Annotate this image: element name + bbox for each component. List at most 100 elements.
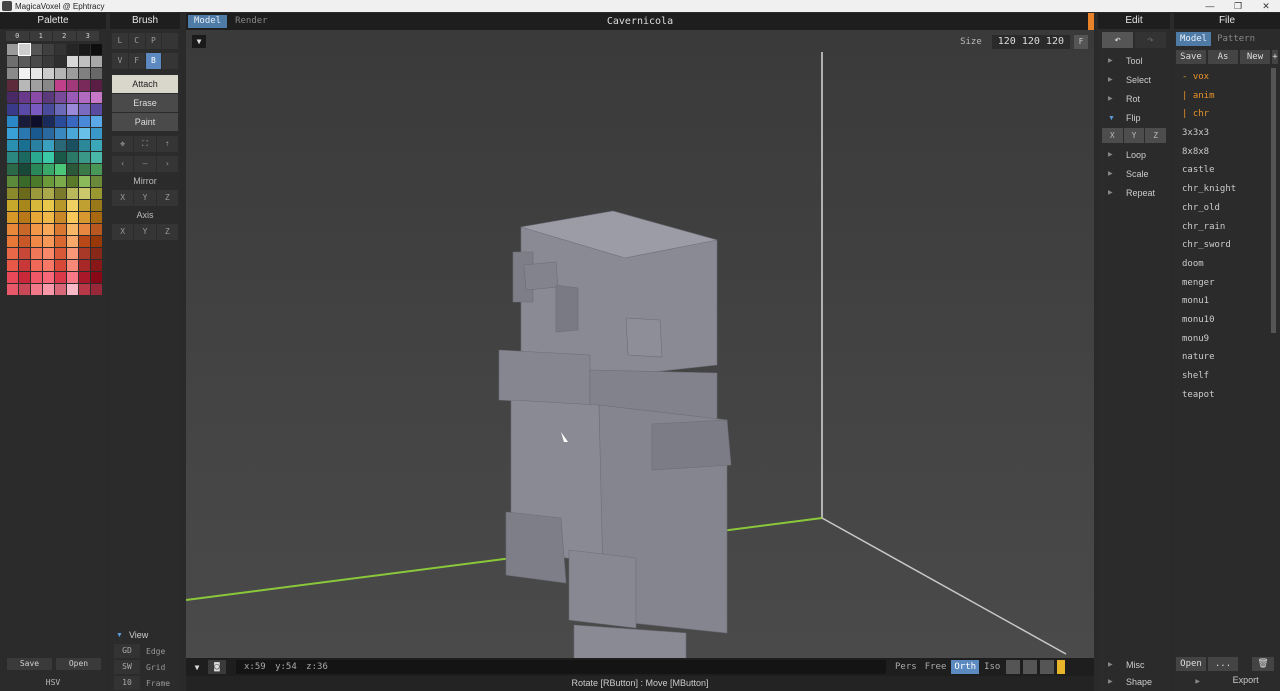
palette-swatch[interactable] xyxy=(19,224,30,235)
file-item[interactable]: chr_sword xyxy=(1174,236,1280,255)
view-option-key[interactable]: SW xyxy=(114,660,140,674)
palette-swatch[interactable] xyxy=(19,284,30,295)
palette-swatch[interactable] xyxy=(43,176,54,187)
file-item[interactable]: chr_old xyxy=(1174,199,1280,218)
file-item[interactable]: monu9 xyxy=(1174,330,1280,349)
palette-swatch[interactable] xyxy=(43,116,54,127)
file-tab-pattern[interactable]: Pattern xyxy=(1213,32,1259,46)
palette-swatch[interactable] xyxy=(7,212,18,223)
palette-swatch[interactable] xyxy=(43,68,54,79)
palette-swatch[interactable] xyxy=(55,80,66,91)
edit-item-tool[interactable]: ▶ Tool xyxy=(1098,52,1170,71)
palette-swatch[interactable] xyxy=(91,188,102,199)
palette-swatch[interactable] xyxy=(7,68,18,79)
palette-swatch[interactable] xyxy=(43,260,54,271)
palette-swatch[interactable] xyxy=(91,248,102,259)
palette-swatch[interactable] xyxy=(79,188,90,199)
palette-swatch[interactable] xyxy=(55,236,66,247)
file-item[interactable]: chr_knight xyxy=(1174,180,1280,199)
palette-swatch[interactable] xyxy=(67,284,78,295)
palette-swatch[interactable] xyxy=(67,164,78,175)
file-item[interactable]: nature xyxy=(1174,348,1280,367)
palette-swatch[interactable] xyxy=(55,164,66,175)
view-mode-iso[interactable]: Iso xyxy=(981,660,1003,674)
palette-save-button[interactable]: Save xyxy=(7,658,52,670)
export-expand-icon[interactable]: ▶ xyxy=(1195,679,1200,685)
file-more-button[interactable]: ... xyxy=(1208,657,1238,671)
palette-swatch[interactable] xyxy=(67,248,78,259)
palette-swatch[interactable] xyxy=(7,236,18,247)
file-item[interactable]: menger xyxy=(1174,274,1280,293)
palette-swatch[interactable] xyxy=(91,236,102,247)
palette-swatch[interactable] xyxy=(91,80,102,91)
palette-swatch[interactable] xyxy=(31,260,42,271)
palette-swatch[interactable] xyxy=(43,152,54,163)
brush-tool-⇡[interactable]: ⇡ xyxy=(156,136,178,152)
brush-tool-⛶[interactable]: ⛶ xyxy=(134,136,156,152)
palette-swatch[interactable] xyxy=(91,68,102,79)
file-item[interactable]: monu1 xyxy=(1174,292,1280,311)
palette-swatch[interactable] xyxy=(91,164,102,175)
close-button[interactable]: ✕ xyxy=(1252,1,1280,12)
palette-swatch[interactable] xyxy=(91,200,102,211)
palette-swatch[interactable] xyxy=(31,104,42,115)
view-option-label[interactable]: Grid xyxy=(146,663,165,672)
brush-shape-v[interactable]: V xyxy=(112,53,128,69)
palette-swatch[interactable] xyxy=(55,224,66,235)
palette-swatch[interactable] xyxy=(67,236,78,247)
palette-swatch[interactable] xyxy=(43,140,54,151)
palette-swatch[interactable] xyxy=(43,104,54,115)
palette-tab-2[interactable]: 2 xyxy=(53,31,76,41)
palette-swatch[interactable] xyxy=(31,176,42,187)
palette-swatch[interactable] xyxy=(7,80,18,91)
palette-swatch[interactable] xyxy=(7,176,18,187)
palette-swatch[interactable] xyxy=(55,248,66,259)
palette-swatch[interactable] xyxy=(19,128,30,139)
palette-swatch[interactable] xyxy=(79,248,90,259)
palette-swatch[interactable] xyxy=(91,152,102,163)
palette-swatch[interactable] xyxy=(67,92,78,103)
brush-mode-attach[interactable]: Attach xyxy=(112,75,178,93)
edit-item-loop[interactable]: ▶ Loop xyxy=(1098,146,1170,165)
palette-swatch[interactable] xyxy=(79,224,90,235)
footer-menu-icon[interactable]: ▼ xyxy=(190,663,204,672)
palette-swatch[interactable] xyxy=(79,260,90,271)
palette-swatch[interactable] xyxy=(79,140,90,151)
view-option-label[interactable]: Edge xyxy=(146,647,165,656)
palette-swatch[interactable] xyxy=(43,212,54,223)
palette-tab-1[interactable]: 1 xyxy=(29,31,52,41)
palette-swatch[interactable] xyxy=(19,80,30,91)
file-as-button[interactable]: As xyxy=(1208,50,1238,64)
palette-swatch[interactable] xyxy=(43,56,54,67)
file-item[interactable]: doom xyxy=(1174,255,1280,274)
palette-swatch[interactable] xyxy=(67,56,78,67)
palette-swatch[interactable] xyxy=(7,152,18,163)
palette-swatch[interactable] xyxy=(79,200,90,211)
palette-swatch[interactable] xyxy=(67,104,78,115)
palette-swatch[interactable] xyxy=(19,68,30,79)
size-fit-button[interactable]: F xyxy=(1074,35,1088,49)
file-save-button[interactable]: Save xyxy=(1176,50,1206,64)
palette-swatch[interactable] xyxy=(91,212,102,223)
palette-mode[interactable]: HSV xyxy=(0,678,106,687)
palette-swatch[interactable] xyxy=(19,152,30,163)
view-mode-free[interactable]: Free xyxy=(922,660,950,674)
palette-swatch[interactable] xyxy=(55,272,66,283)
palette-swatch[interactable] xyxy=(55,116,66,127)
palette-swatch[interactable] xyxy=(19,212,30,223)
brush-mode-paint[interactable]: Paint xyxy=(112,113,178,131)
palette-swatch[interactable] xyxy=(79,116,90,127)
palette-swatch[interactable] xyxy=(31,212,42,223)
palette-swatch[interactable] xyxy=(43,188,54,199)
view-mode-orth[interactable]: Orth xyxy=(951,660,980,674)
palette-swatch[interactable] xyxy=(79,176,90,187)
palette-swatch[interactable] xyxy=(43,224,54,235)
file-item[interactable]: 8x8x8 xyxy=(1174,143,1280,162)
size-values[interactable]: 120 120 120 xyxy=(991,35,1070,49)
brush-shape-blank[interactable] xyxy=(162,33,178,49)
palette-swatch[interactable] xyxy=(79,56,90,67)
palette-swatch[interactable] xyxy=(31,224,42,235)
palette-swatch[interactable] xyxy=(31,200,42,211)
palette-swatch[interactable] xyxy=(79,284,90,295)
palette-swatch[interactable] xyxy=(79,92,90,103)
